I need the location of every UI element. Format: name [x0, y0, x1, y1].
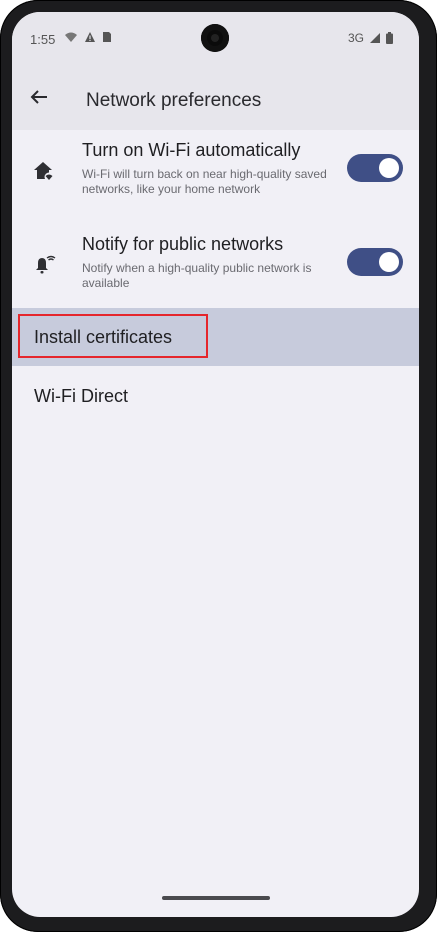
status-time: 1:55 [30, 32, 56, 47]
status-bar: 1:55 3G [12, 12, 419, 64]
signal-icon [370, 32, 380, 43]
public-networks-toggle[interactable] [347, 248, 403, 276]
wifi-direct-item[interactable]: Wi-Fi Direct [12, 368, 419, 424]
wifi-home-icon [32, 160, 56, 187]
install-certificates-label: Install certificates [34, 327, 173, 347]
status-icons-left [64, 31, 112, 43]
home-indicator[interactable] [162, 896, 270, 900]
setting-subtitle: Notify when a high-quality public networ… [82, 261, 312, 290]
arrow-back-icon [30, 90, 47, 104]
wifi-direct-label: Wi-Fi Direct [34, 386, 128, 406]
page-title: Network preferences [86, 90, 262, 111]
wifi-auto-toggle[interactable] [347, 154, 403, 182]
app-bar: Network preferences [12, 64, 419, 130]
battery-icon [386, 32, 393, 44]
setting-row-wifi-auto[interactable]: Turn on Wi-Fi automatically Wi-Fi will t… [12, 130, 419, 218]
setting-subtitle: Wi-Fi will turn back on near high-qualit… [82, 167, 327, 196]
notification-wifi-icon [32, 254, 56, 281]
status-icons-right: 3G [348, 31, 393, 45]
network-type: 3G [347, 31, 364, 45]
sim-card-icon [103, 32, 111, 42]
setting-row-public-networks[interactable]: Notify for public networks Notify when a… [12, 220, 419, 308]
wifi-status-icon [65, 32, 77, 42]
install-certificates-item[interactable]: Install certificates [12, 308, 419, 366]
front-camera [201, 24, 229, 52]
setting-title: Turn on Wi-Fi automatically [82, 140, 301, 160]
back-button[interactable] [26, 84, 52, 110]
phone-frame: 1:55 3G Network preferences Turn on Wi-F… [0, 0, 437, 932]
screen: 1:55 3G Network preferences Turn on Wi-F… [12, 12, 419, 917]
setting-title: Notify for public networks [82, 234, 284, 254]
warning-icon [85, 32, 95, 42]
